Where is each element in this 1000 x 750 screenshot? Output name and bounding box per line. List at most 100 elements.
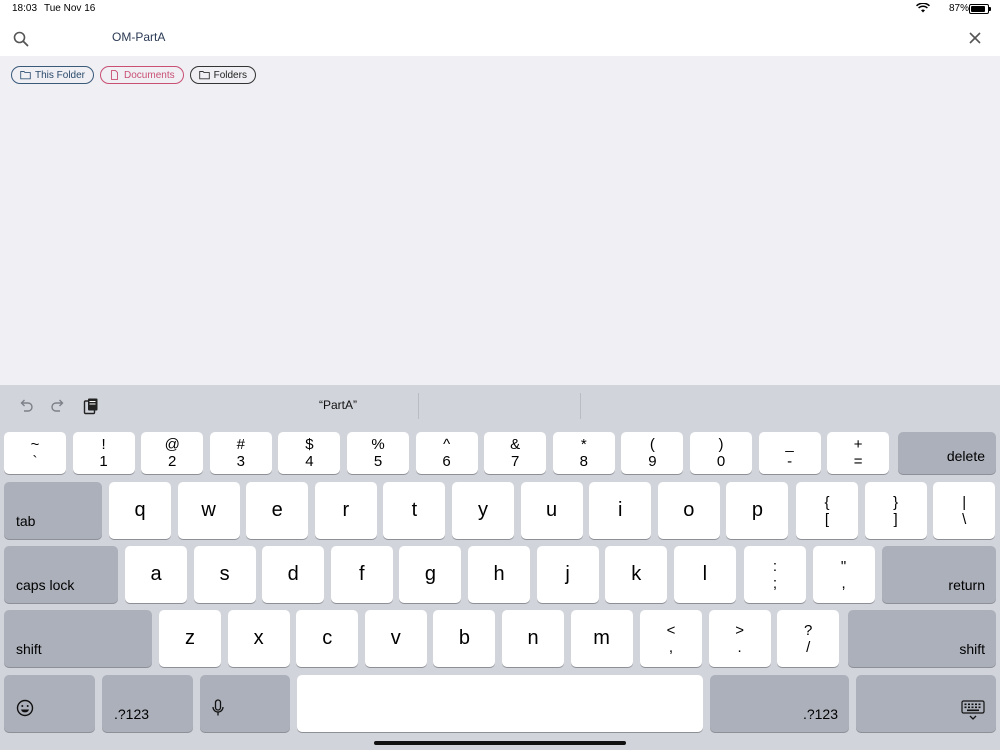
numbers-key[interactable]: .?123 [102,675,193,732]
key-a[interactable]: a [125,546,187,603]
key-v[interactable]: v [364,610,427,667]
key-h[interactable]: h [468,546,530,603]
key-0[interactable]: ) 0 [690,432,752,474]
keyboard-dismiss-icon [961,699,985,727]
key-b[interactable]: b [433,610,496,667]
key-r[interactable]: r [314,482,377,539]
key-d[interactable]: d [262,546,325,603]
key-t[interactable]: t [383,482,446,539]
key-label: f [359,563,365,585]
key-shift-label: _ [785,436,794,453]
key-label: 4 [305,453,314,470]
key-label: = [853,453,863,470]
key-x[interactable]: x [227,610,290,667]
key-l[interactable]: l [673,546,736,603]
key-shift-label: ^ [443,436,451,453]
key-shift-label: # [236,436,245,453]
key-9[interactable]: (9 [621,432,684,474]
key-label: p [751,499,763,521]
key-`[interactable]: ~ ` [4,432,66,474]
key-shift-label: ! [101,436,106,453]
key-m[interactable]: m [570,610,633,667]
chip-documents[interactable]: Documents [100,66,184,84]
key-6[interactable]: ^ 6 [415,432,478,474]
space-bar[interactable] [297,675,703,732]
key-3[interactable]: #3 [209,432,272,474]
key-label: / [806,638,811,656]
key-symbol[interactable]: ", [812,546,875,603]
key-label: ] [893,510,898,528]
key-z[interactable]: z [159,610,221,667]
paste-icon[interactable] [82,397,100,415]
redo-icon[interactable] [49,397,67,415]
key-label: 8 [579,453,588,470]
key-q[interactable]: q [109,482,171,539]
key-label: v [390,627,401,649]
key-j[interactable]: j [536,546,599,603]
delete-key[interactable]: delete [898,432,996,474]
key-symbol[interactable]: :; [744,546,806,603]
key-label: z [185,627,195,649]
status-bar: 18:03 Tue Nov 16 87% [0,0,1000,18]
caps-lock-key[interactable]: caps lock [4,546,118,603]
key-n[interactable]: n [502,610,564,667]
key-e[interactable]: e [246,482,309,539]
key-label: - [787,453,793,470]
predictive-suggestion[interactable]: “PartA” [319,398,357,412]
key-=[interactable]: + = [827,432,890,474]
key-4[interactable]: $4 [278,432,341,474]
key-k[interactable]: k [605,546,668,603]
key-c[interactable]: c [296,610,359,667]
right-shift-key[interactable]: shift [848,610,996,667]
search-bar [0,18,1000,56]
chip-label: This Folder [35,69,86,81]
key-label: a [150,563,162,585]
key-symbol[interactable]: <, [640,610,702,667]
key-shift-label: & [510,436,521,453]
key-label: return [948,577,985,593]
numbers-key-right[interactable]: .?123 [710,675,849,732]
key-i[interactable]: i [589,482,652,539]
key-o[interactable]: o [657,482,720,539]
key-label: 3 [236,453,245,470]
key-label: g [424,563,436,585]
key-1[interactable]: ! 1 [72,432,135,474]
search-input[interactable] [108,26,816,48]
chip-folders[interactable]: Folders [189,66,256,84]
key-y[interactable]: y [452,482,514,539]
dictation-key[interactable] [200,675,290,732]
close-icon[interactable] [969,31,987,49]
key-shift-label: $ [305,436,314,453]
suggestion-divider [418,393,419,419]
key-symbol[interactable]: }] [864,482,927,539]
key-shift-label: + [853,436,863,453]
key-f[interactable]: f [330,546,393,603]
home-indicator[interactable] [374,741,626,745]
emoji-key[interactable] [4,675,95,732]
key-symbol[interactable]: >. [708,610,771,667]
key-p[interactable]: p [726,482,789,539]
key-5[interactable]: % 5 [347,432,409,474]
key-symbol[interactable]: ? / [777,610,840,667]
wifi-icon [915,2,931,16]
key-shift-label: @ [164,436,180,453]
left-shift-key[interactable]: shift [4,610,152,667]
key-u[interactable]: u [520,482,583,539]
undo-icon[interactable] [17,397,35,415]
key-s[interactable]: s [193,546,256,603]
key-2[interactable]: @2 [141,432,204,474]
dismiss-keyboard-key[interactable] [856,675,996,732]
key-symbol[interactable]: {[ [796,482,858,539]
key-symbol[interactable]: | \ [933,482,996,539]
key-g[interactable]: g [399,546,462,603]
key-7[interactable]: & 7 [484,432,547,474]
key-w[interactable]: w [177,482,240,539]
key-label: c [322,627,333,649]
key-label: d [287,563,299,585]
key-label: , [841,574,846,592]
chip-this-folder[interactable]: This Folder [11,66,95,84]
tab-key[interactable]: tab [4,482,102,539]
key--[interactable]: _ - [758,432,821,474]
key-8[interactable]: * 8 [552,432,615,474]
return-key[interactable]: return [882,546,996,603]
